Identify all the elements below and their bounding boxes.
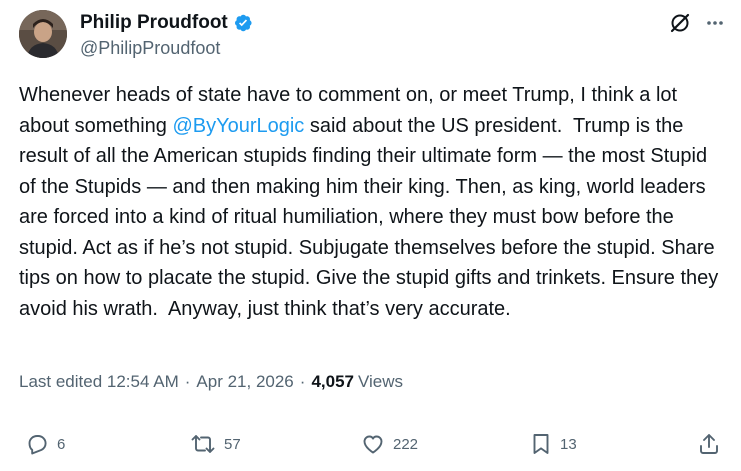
heart-icon xyxy=(363,435,383,454)
grok-icon[interactable] xyxy=(669,12,691,39)
reply-count: 6 xyxy=(57,435,66,453)
like-button[interactable]: 222 xyxy=(361,432,418,456)
post-meta: Last edited 12:54 AM · Apr 21, 2026 · 4,… xyxy=(19,372,403,392)
post-text: Whenever heads of state have to comment … xyxy=(19,80,724,324)
bookmark-button[interactable]: 13 xyxy=(530,432,577,456)
bookmark-icon xyxy=(533,434,549,454)
share-icon xyxy=(700,434,718,454)
share-button[interactable] xyxy=(697,432,721,456)
author-handle[interactable]: @PhilipProudfoot xyxy=(80,38,220,59)
post-date[interactable]: Apr 21, 2026 xyxy=(196,372,293,392)
meta-separator: · xyxy=(184,372,191,391)
retweet-count: 57 xyxy=(224,435,241,453)
retweet-icon xyxy=(191,435,215,453)
more-icon[interactable] xyxy=(705,13,725,38)
top-actions xyxy=(669,12,725,39)
views-label: Views xyxy=(357,372,404,391)
avatar[interactable] xyxy=(19,10,67,58)
display-name[interactable]: Philip Proudfoot xyxy=(80,12,228,34)
meta-separator: · xyxy=(299,372,306,391)
mention-link[interactable]: @ByYourLogic xyxy=(172,115,304,137)
tweet: Philip Proudfoot @PhilipProudfoot Whenev… xyxy=(0,0,741,471)
reply-icon xyxy=(28,435,47,455)
reply-button[interactable]: 6 xyxy=(25,432,65,456)
retweet-button[interactable]: 57 xyxy=(190,432,241,456)
like-count: 222 xyxy=(393,435,419,453)
bookmark-count: 13 xyxy=(560,435,577,453)
action-bar: 6 57 222 13 xyxy=(0,432,741,462)
views-count: 4,057 xyxy=(311,372,354,391)
author-name-row: Philip Proudfoot xyxy=(80,12,253,34)
post-text-part-2: said about the US president. Trump is th… xyxy=(19,114,724,320)
edited-timestamp[interactable]: Last edited 12:54 AM xyxy=(19,372,179,392)
verified-badge-icon xyxy=(233,13,253,33)
